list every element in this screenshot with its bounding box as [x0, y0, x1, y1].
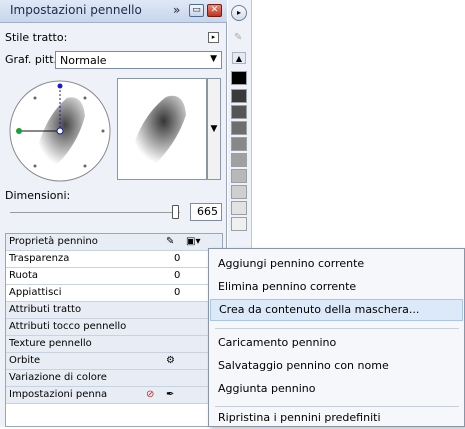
color-swatch[interactable] [231, 105, 247, 119]
panel-title: Impostazioni pennello [10, 3, 142, 17]
prop-row-dab-attributes[interactable]: Attributi tocco pennello [6, 319, 222, 336]
minimize-button[interactable]: ▭ [189, 4, 204, 17]
expand-icon[interactable]: » [173, 3, 180, 17]
scroll-up-button[interactable]: ▲ [232, 52, 246, 64]
orbits-icon[interactable]: ⚙ [166, 353, 175, 369]
pen-edit-icon[interactable]: ✎ [166, 234, 174, 250]
dimensions-input[interactable]: 665 [190, 203, 222, 221]
stroke-style-options-icon[interactable]: ▸ [208, 32, 219, 43]
menu-item-restore-default-pens[interactable]: Ripristina i pennini predefiniti [210, 407, 463, 429]
prop-row-stroke-attributes[interactable]: Attributi tratto [6, 302, 222, 319]
prop-label: Impostazioni penna [9, 389, 108, 400]
color-swatch[interactable] [231, 121, 247, 135]
menu-separator [215, 328, 459, 329]
prop-row-pen-properties[interactable]: Proprietà pennino ✎ ▣▾ [6, 234, 222, 251]
paint-type-label: Graf. pitt.: [5, 53, 61, 66]
color-swatch[interactable] [231, 89, 247, 103]
menu-item-delete-current-pen[interactable]: Elimina pennino corrente [210, 276, 463, 298]
pen-context-menu: Aggiungi pennino corrente Elimina pennin… [208, 248, 465, 427]
prop-label: Appiattisci [9, 287, 62, 298]
menu-item-add-current-pen[interactable]: Aggiungi pennino corrente [210, 253, 463, 275]
color-swatch[interactable] [231, 137, 247, 151]
pen-icon[interactable]: ✒ [166, 387, 174, 403]
prop-row-pen-settings[interactable]: Impostazioni penna ⊘ ✒ [6, 387, 222, 404]
pen-menu-icon[interactable]: ▣▾ [186, 234, 200, 250]
prop-row-transparency[interactable]: Trasparenza 0 [6, 251, 222, 268]
prop-label: Ruota [9, 270, 39, 281]
panel-titlebar[interactable]: Impostazioni pennello » ▭ ✕ [0, 0, 227, 23]
dial-center-handle[interactable] [56, 127, 64, 135]
prop-value: 0 [174, 287, 181, 298]
dial-left-handle[interactable] [16, 128, 22, 134]
prop-row-flatten[interactable]: Appiattisci 0 [6, 285, 222, 302]
prop-row-rotate[interactable]: Ruota 0 [6, 268, 222, 285]
color-swatch[interactable] [231, 201, 247, 215]
close-button[interactable]: ✕ [207, 4, 222, 17]
preview-dropdown-button[interactable]: ▼ [207, 78, 221, 180]
prop-label: Trasparenza [9, 253, 70, 264]
paint-type-select[interactable]: Normale ▼ [55, 51, 222, 69]
prop-row-brush-texture[interactable]: Texture pennello [6, 336, 222, 353]
color-swatch[interactable] [231, 71, 247, 85]
prop-row-orbits[interactable]: Orbite ⚙ [6, 353, 222, 370]
color-swatch[interactable] [231, 153, 247, 167]
dimensions-slider-thumb[interactable] [172, 205, 179, 219]
menu-item-load-pen[interactable]: Caricamento pennino [210, 332, 463, 354]
disabled-icon[interactable]: ⊘ [146, 387, 154, 403]
menu-item-create-from-mask[interactable]: Crea da contenuto della maschera... [210, 299, 463, 321]
dimensions-label: Dimensioni: [5, 189, 71, 202]
color-swatch[interactable] [231, 217, 247, 231]
dial-top-handle[interactable] [57, 83, 63, 89]
prop-value: 0 [174, 270, 181, 281]
color-swatch[interactable] [231, 169, 247, 183]
prop-label: Proprietà pennino [9, 236, 98, 247]
brush-preview [117, 78, 207, 180]
chevron-down-icon: ▼ [210, 54, 217, 64]
brush-angle-dial[interactable] [5, 76, 115, 186]
paint-type-value: Normale [60, 54, 107, 67]
brush-settings-panel: Impostazioni pennello » ▭ ✕ Stile tratto… [0, 0, 227, 427]
color-swatch[interactable] [231, 185, 247, 199]
dimensions-slider-track[interactable] [10, 212, 180, 213]
prop-label: Variazione di colore [9, 372, 107, 383]
prop-row-color-variation[interactable]: Variazione di colore [6, 370, 222, 387]
brush-properties-list: Proprietà pennino ✎ ▣▾ Trasparenza 0 Ruo… [5, 233, 223, 427]
prop-label: Attributi tratto [9, 304, 82, 315]
menu-item-append-pen[interactable]: Aggiunta pennino [210, 378, 463, 400]
pin-icon[interactable]: ✎ [234, 32, 242, 43]
prop-label: Texture pennello [9, 338, 92, 349]
menu-item-save-pen-as[interactable]: Salvataggio pennino con nome [210, 355, 463, 377]
stroke-style-label: Stile tratto: [5, 31, 68, 44]
prop-value: 0 [174, 253, 181, 264]
prop-label: Orbite [9, 355, 41, 366]
prop-label: Attributi tocco pennello [9, 321, 127, 332]
play-icon[interactable]: ▸ [231, 5, 247, 21]
